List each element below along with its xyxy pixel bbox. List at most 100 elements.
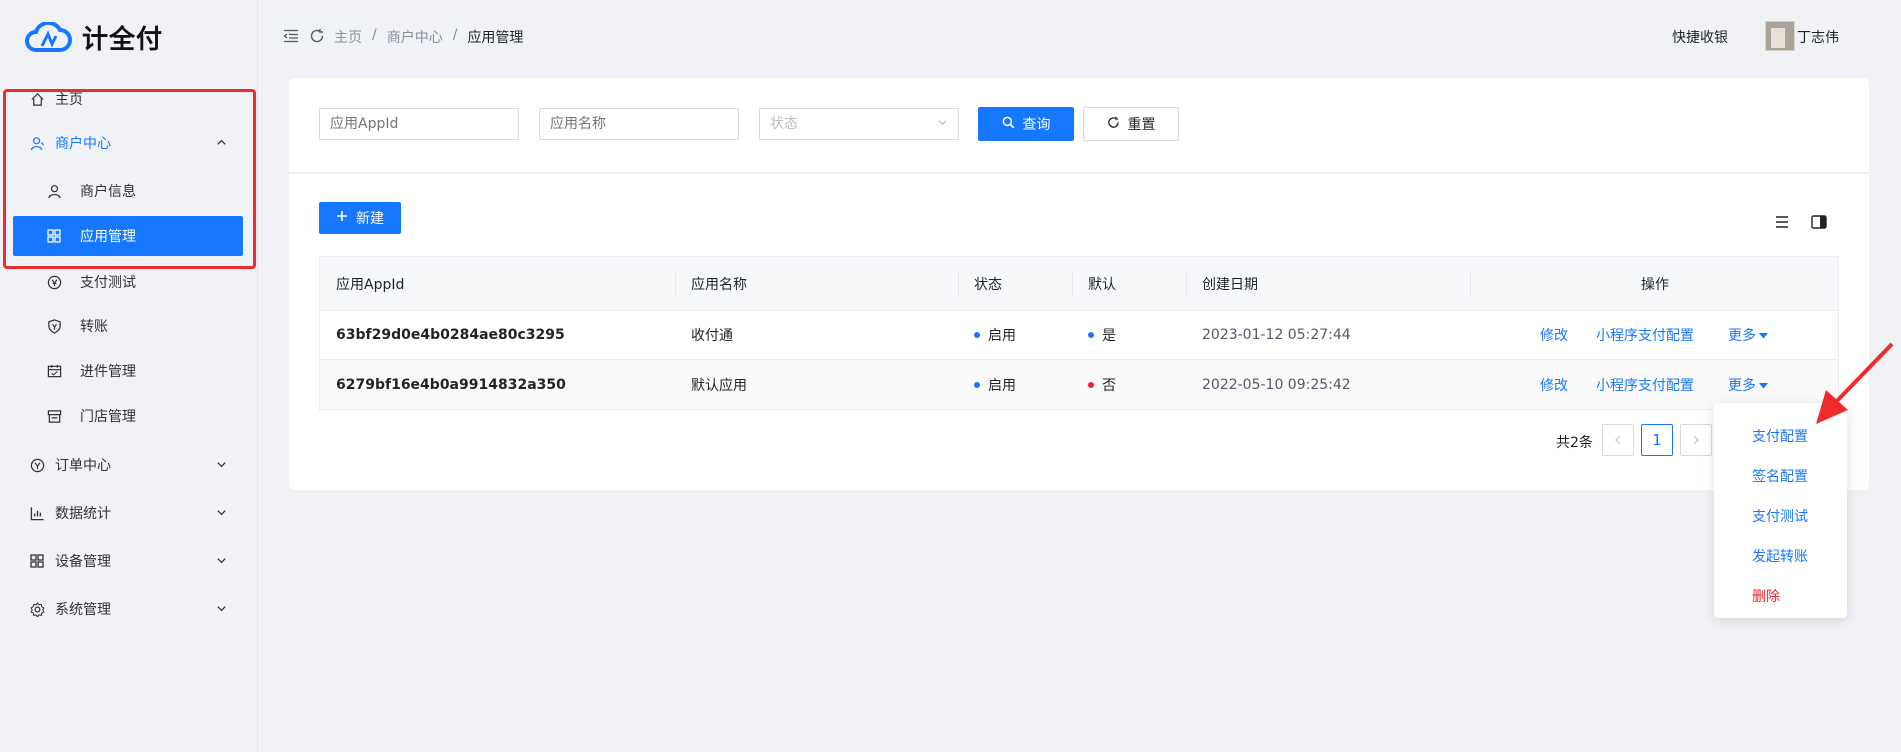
query-button[interactable]: 查询 [978,107,1074,141]
status-text: 启用 [988,377,1016,394]
default-text: 是 [1102,328,1116,344]
density-icon[interactable] [1775,215,1789,233]
sidebar-item-merchant-center[interactable]: 商户中心 [13,123,243,163]
caret-down-icon [1759,327,1768,343]
sidebar-item-home[interactable]: 主页 [13,79,243,119]
sidebar-item-label: 设备管理 [55,554,111,570]
next-page-button[interactable] [1680,424,1712,456]
cell-name: 收付通 [691,328,733,344]
more-dropdown-trigger[interactable]: 更多 [1728,311,1768,359]
new-button-label: 新建 [356,211,384,227]
quick-cashier-link[interactable]: 快捷收银 [1672,27,1728,47]
sidebar-item-label: 门店管理 [80,409,136,425]
query-button-label: 查询 [1022,117,1051,133]
sidebar-item-device-management[interactable]: 设备管理 [13,541,243,581]
more-dropdown-trigger[interactable]: 更多 [1728,360,1768,409]
chevron-down-icon [216,602,227,618]
menu-item-delete[interactable]: 删除 [1752,586,1780,606]
table-header: 应用AppId 应用名称 状态 默认 创建日期 操作 [320,257,1838,311]
table-row: 63bf29d0e4b0284ae80c3295 收付通 启用 是 2023-0… [320,311,1838,360]
sidebar-item-merchant-info[interactable]: 商户信息 [13,171,243,211]
status-text: 启用 [988,328,1016,344]
sidebar-item-label: 主页 [55,92,83,108]
reset-button[interactable]: 重置 [1083,107,1179,141]
store-icon [46,408,62,424]
column-divider [958,273,959,295]
table-panel: 新建 应用AppId 应用名称 状态 默认 创建日期 操作 63bf29d0e4… [289,174,1869,490]
mini-program-config-link[interactable]: 小程序支付配置 [1596,311,1694,359]
default-dot [1088,381,1094,388]
status-dot [974,381,980,388]
prev-page-button[interactable] [1602,424,1634,456]
new-app-button[interactable]: 新建 [319,202,401,234]
breadcrumb-merchant-center[interactable]: 商户中心 [387,27,443,47]
payment-icon [46,274,62,290]
column-header-created: 创建日期 [1202,276,1258,293]
status-select[interactable]: 状态 [759,108,959,140]
sidebar: 计全付 主页 商户中心 商户信息 应用管理 支付测试 转账 进件管理 门店管理 … [0,0,258,752]
menu-item-payment-test[interactable]: 支付测试 [1752,506,1808,526]
sidebar-item-label: 商户中心 [55,136,111,152]
sidebar-item-onboarding[interactable]: 进件管理 [13,351,243,391]
default-text: 否 [1102,377,1116,394]
breadcrumb: 主页 / 商户中心 / 应用管理 [334,27,523,47]
menu-item-initiate-transfer[interactable]: 发起转账 [1752,546,1808,566]
caret-down-icon [1759,377,1768,393]
sidebar-item-order-center[interactable]: 订单中心 [13,445,243,485]
sidebar-item-label: 应用管理 [80,229,136,245]
cell-created: 2023-01-12 05:27:44 [1202,327,1351,343]
cell-default: 是 [1088,311,1116,359]
cell-appid: 6279bf16e4b0a9914832a350 [336,376,566,393]
breadcrumb-home[interactable]: 主页 [334,27,362,47]
column-header-default: 默认 [1088,276,1116,293]
cell-default: 否 [1088,360,1116,409]
app-table: 应用AppId 应用名称 状态 默认 创建日期 操作 63bf29d0e4b02… [319,256,1839,410]
top-header: 主页 / 商户中心 / 应用管理 快捷收银 丁志伟 [259,0,1901,74]
column-header-appid: 应用AppId [336,276,405,293]
sidebar-item-store-management[interactable]: 门店管理 [13,396,243,436]
refresh-icon[interactable] [309,28,325,48]
appid-search-input[interactable] [319,108,519,140]
sidebar-item-label: 支付测试 [80,275,136,291]
menu-fold-icon[interactable] [283,28,299,48]
plus-icon [336,210,348,226]
column-header-name: 应用名称 [691,276,747,293]
search-icon [1002,116,1015,133]
status-dot [974,332,980,338]
app-name-search-input[interactable] [539,108,739,140]
cell-status: 启用 [974,311,1016,359]
sidebar-item-label: 商户信息 [80,184,136,200]
column-divider [1072,273,1073,295]
chevron-down-icon [937,109,948,139]
home-icon [29,91,45,107]
chevron-down-icon [216,458,227,474]
sidebar-item-system-management[interactable]: 系统管理 [13,589,243,629]
annotation-arrow-icon [1816,342,1894,424]
chevron-left-icon [1615,436,1620,444]
chevron-up-icon [216,136,227,152]
avatar[interactable] [1765,21,1795,51]
chevron-right-icon [1694,436,1699,444]
sidebar-item-label: 数据统计 [55,506,111,522]
menu-item-payment-config[interactable]: 支付配置 [1752,426,1808,446]
cell-created: 2022-05-10 09:25:42 [1202,376,1351,393]
edit-link[interactable]: 修改 [1540,311,1568,359]
table-row: 6279bf16e4b0a9914832a350 默认应用 启用 否 2022-… [320,360,1838,409]
menu-item-signature-config[interactable]: 签名配置 [1752,466,1808,486]
sidebar-item-label: 系统管理 [55,602,111,618]
sidebar-item-transfer[interactable]: 转账 [13,306,243,346]
column-header-actions: 操作 [1641,276,1669,293]
reset-button-label: 重置 [1127,117,1156,133]
sidebar-item-app-management[interactable]: 应用管理 [13,216,243,256]
search-panel: 状态 查询 重置 [289,78,1869,173]
merchant-icon [29,135,45,151]
column-divider [1186,273,1187,295]
mini-program-config-link[interactable]: 小程序支付配置 [1596,360,1694,409]
page-number[interactable]: 1 [1641,424,1673,456]
sidebar-item-statistics[interactable]: 数据统计 [13,493,243,533]
sidebar-item-payment-test[interactable]: 支付测试 [13,262,243,302]
edit-link[interactable]: 修改 [1540,360,1568,409]
column-settings-icon[interactable] [1811,215,1827,233]
user-name[interactable]: 丁志伟 [1797,27,1839,47]
logo[interactable]: 计全付 [22,19,163,56]
